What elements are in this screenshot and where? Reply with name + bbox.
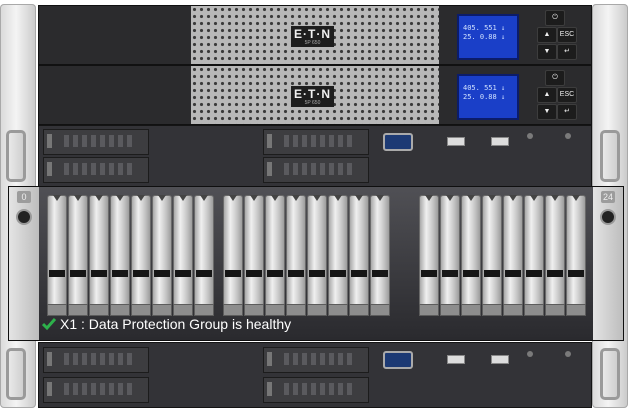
drive-bay[interactable] [194, 195, 214, 316]
status-led [565, 351, 571, 357]
ups-esc-button[interactable]: ESC [557, 27, 577, 43]
drive-bay[interactable] [328, 195, 348, 316]
rack-handle-left[interactable] [6, 348, 26, 400]
drive-bay[interactable] [461, 195, 481, 316]
ups-lcd-display: 405. 551 ↓ 25. 0.88 ↓ [457, 74, 519, 120]
drive-tray[interactable] [263, 347, 369, 373]
drive-tray[interactable] [263, 377, 369, 403]
drive-tray[interactable] [43, 377, 149, 403]
server-node-upper[interactable] [38, 125, 592, 187]
vga-port [383, 133, 413, 151]
drive-bay[interactable] [566, 195, 586, 316]
ups-unit-1[interactable]: E·T·N 5P 650 405. 551 ↓ 25. 0.88 ↓ ⏻ ▲ ESC… [38, 5, 592, 65]
ups-power-button[interactable]: ⏻ [545, 70, 565, 86]
usb-port [491, 137, 509, 146]
vga-port [383, 351, 413, 369]
ups-unit-2[interactable]: E·T·N 5P 650 405. 551 ↓ 25. 0.88 ↓ ⏻ ▲ ESC… [38, 65, 592, 125]
enclosure-side-right: 24 [593, 187, 623, 340]
drive-bay[interactable] [89, 195, 109, 316]
drive-bay[interactable] [223, 195, 243, 316]
checkmark-icon [42, 318, 56, 331]
rack-handle-right[interactable] [600, 348, 620, 400]
drive-bay[interactable] [440, 195, 460, 316]
protection-status: X1 : Data Protection Group is healthy [42, 316, 291, 332]
drive-tray[interactable] [43, 347, 149, 373]
drive-bay[interactable] [152, 195, 172, 316]
drive-bay[interactable] [503, 195, 523, 316]
ups-power-button[interactable]: ⏻ [545, 10, 565, 26]
ups-up-button[interactable]: ▲ [537, 87, 557, 103]
ups-enter-button[interactable]: ↵ [557, 104, 577, 120]
ups-esc-button[interactable]: ESC [557, 87, 577, 103]
drive-bay[interactable] [47, 195, 67, 316]
drive-bay[interactable] [524, 195, 544, 316]
bay-end-number: 24 [601, 191, 615, 203]
ups-logo: E·T·N 5P 650 [291, 86, 334, 107]
drive-bay[interactable] [173, 195, 193, 316]
screw-icon [16, 209, 32, 225]
enclosure-side-left: 0 [9, 187, 39, 340]
ups-up-button[interactable]: ▲ [537, 27, 557, 43]
drive-bay[interactable] [370, 195, 390, 316]
usb-port [447, 137, 465, 146]
drive-bay[interactable] [265, 195, 285, 316]
drive-tray[interactable] [263, 157, 369, 183]
server-node-lower[interactable] [38, 342, 592, 408]
usb-port [491, 355, 509, 364]
drive-tray[interactable] [43, 129, 149, 155]
ups-down-button[interactable]: ▼ [537, 44, 557, 60]
ups-enter-button[interactable]: ↵ [557, 44, 577, 60]
drive-bay[interactable] [545, 195, 565, 316]
bay-start-number: 0 [17, 191, 31, 203]
drive-bay[interactable] [286, 195, 306, 316]
screw-icon [600, 209, 616, 225]
drive-tray[interactable] [263, 129, 369, 155]
drive-bay[interactable] [482, 195, 502, 316]
drive-bay[interactable] [307, 195, 327, 316]
status-text: X1 : Data Protection Group is healthy [60, 316, 292, 332]
drive-bay[interactable] [131, 195, 151, 316]
ups-lcd-display: 405. 551 ↓ 25. 0.88 ↓ [457, 14, 519, 60]
drive-tray[interactable] [43, 157, 149, 183]
drive-bay[interactable] [419, 195, 439, 316]
drive-bay[interactable] [349, 195, 369, 316]
drive-bay[interactable] [244, 195, 264, 316]
ups-logo: E·T·N 5P 650 [291, 26, 334, 47]
ups-down-button[interactable]: ▼ [537, 104, 557, 120]
usb-port [447, 355, 465, 364]
status-led [527, 133, 533, 139]
drive-bay[interactable] [110, 195, 130, 316]
status-led [527, 351, 533, 357]
drive-bay[interactable] [68, 195, 88, 316]
rack-handle-right[interactable] [600, 130, 620, 182]
status-led [565, 133, 571, 139]
rack-handle-left[interactable] [6, 130, 26, 182]
